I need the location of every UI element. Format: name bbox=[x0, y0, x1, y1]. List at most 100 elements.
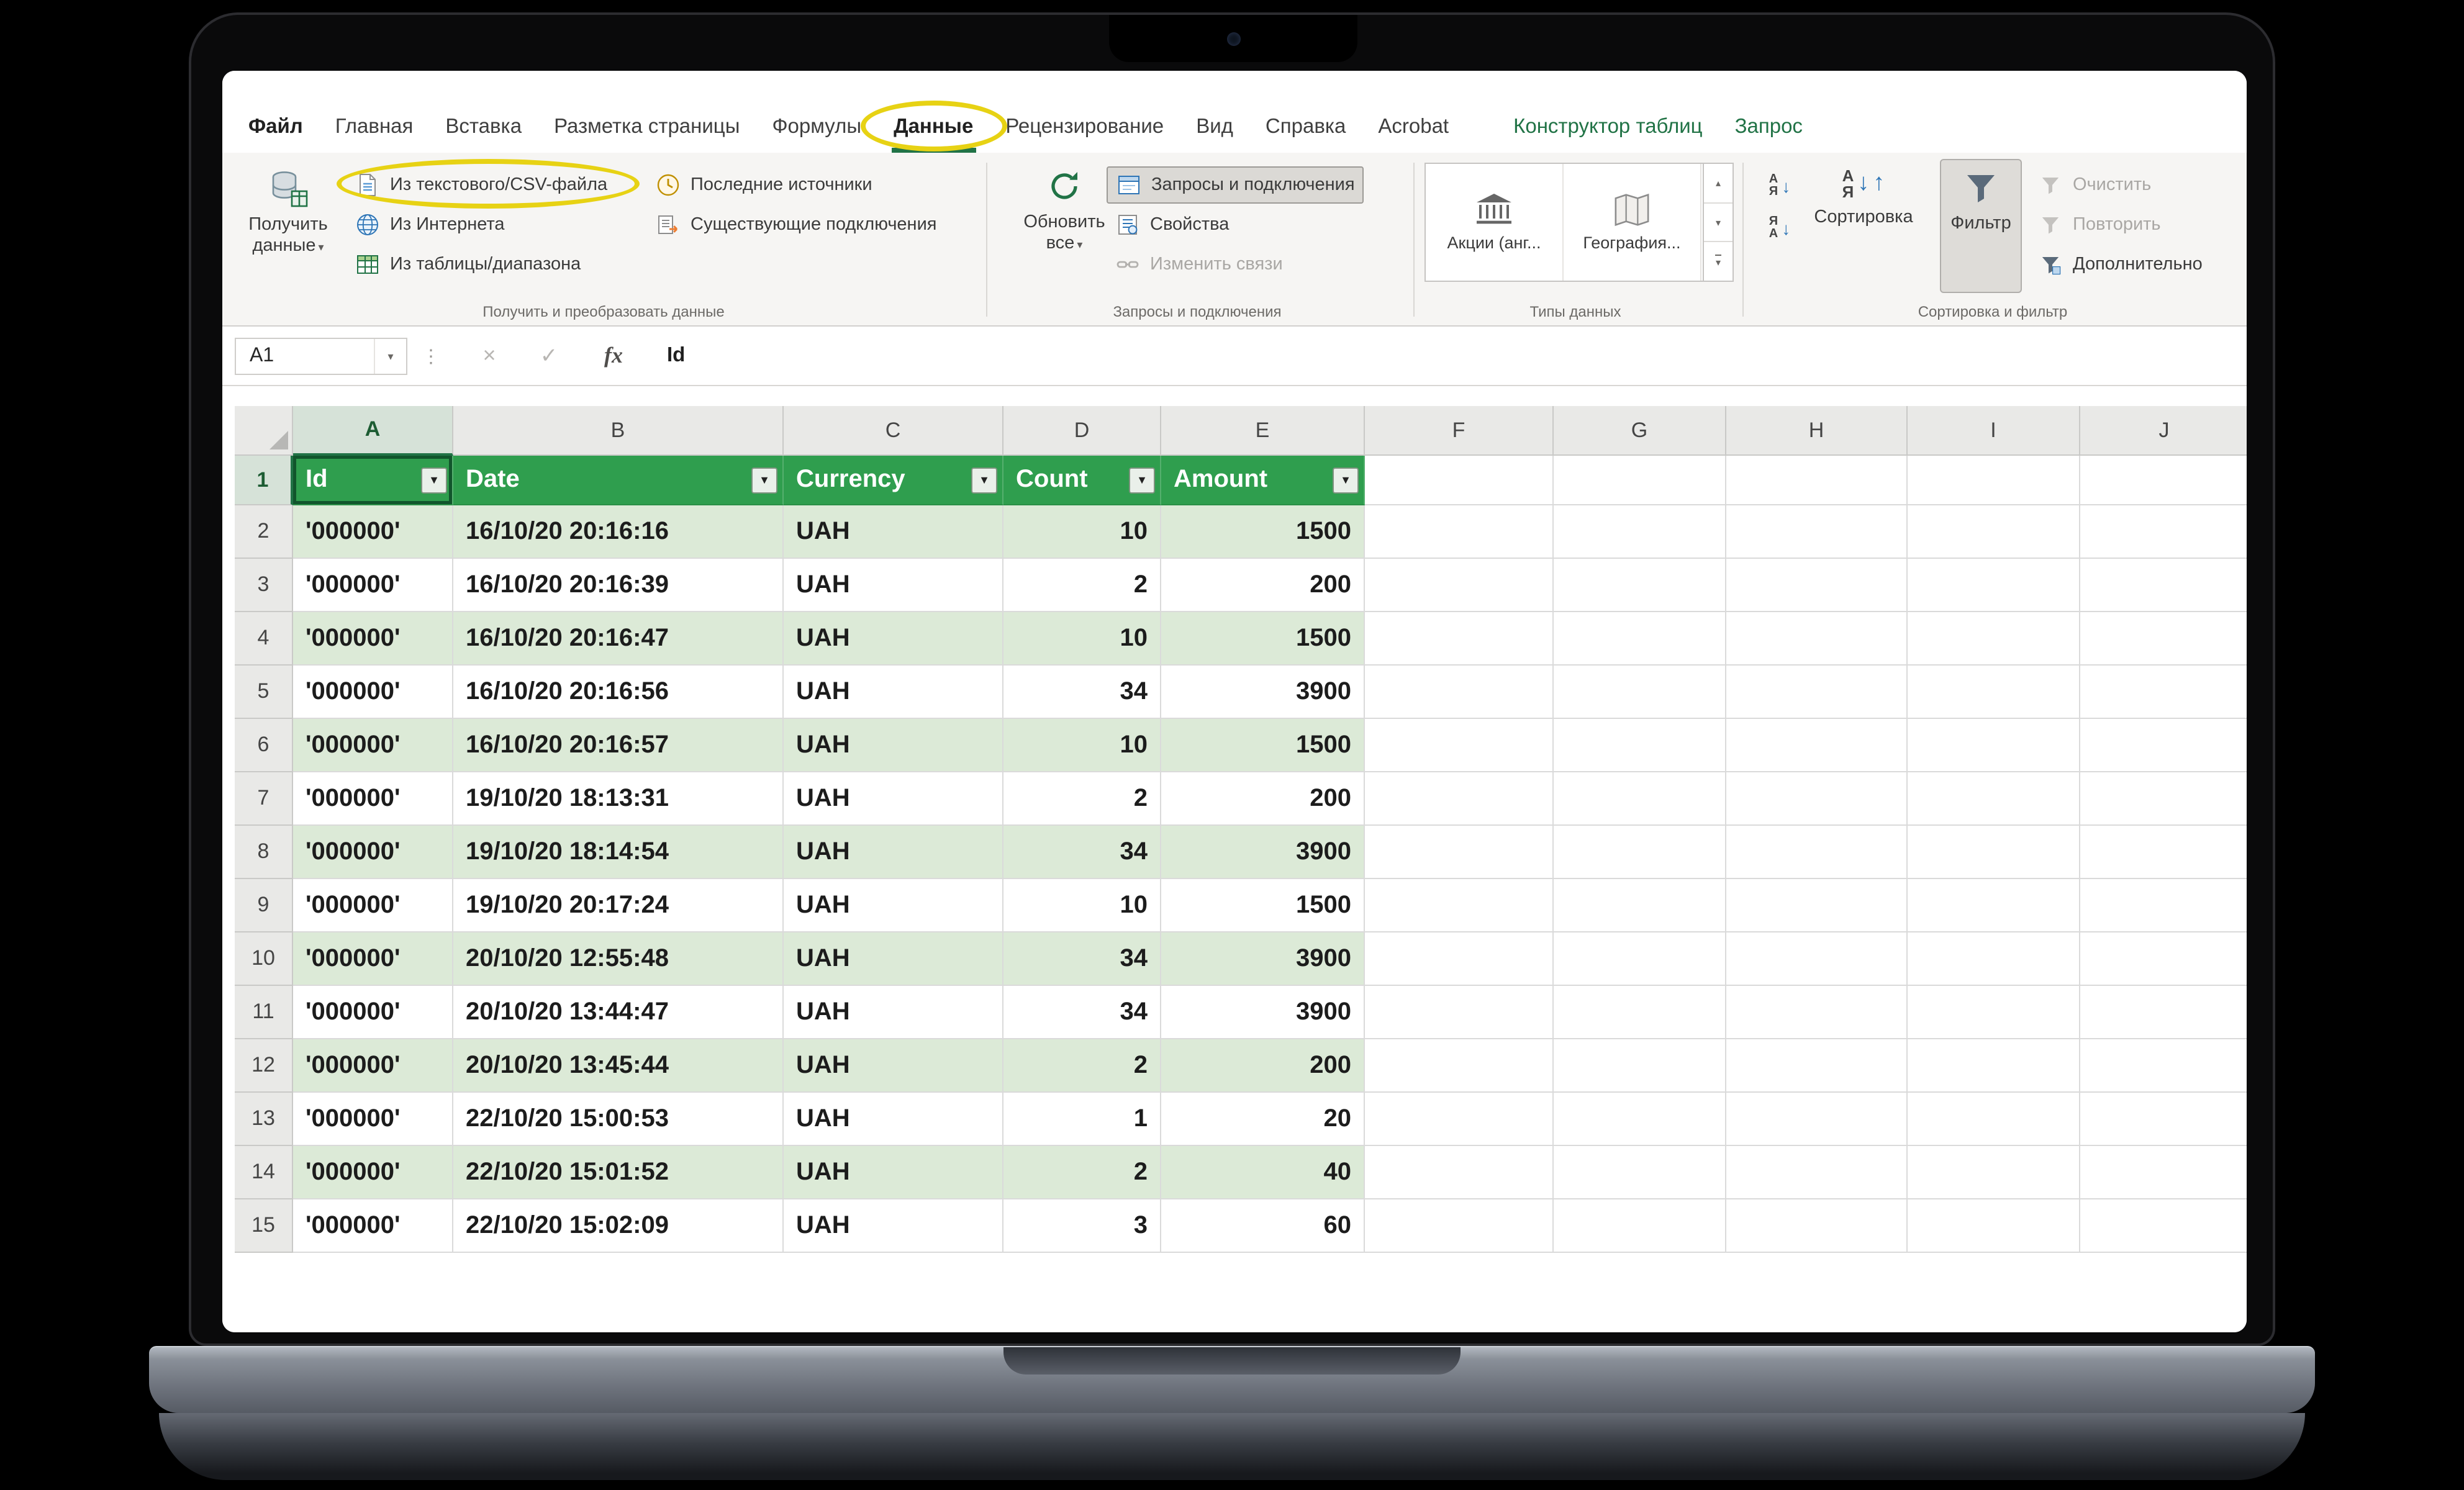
insert-function-button[interactable]: fx bbox=[595, 327, 632, 385]
empty-cell[interactable] bbox=[2080, 612, 2247, 666]
data-cell[interactable]: '000000' bbox=[293, 1093, 453, 1146]
empty-cell[interactable] bbox=[1365, 666, 1554, 719]
empty-cell[interactable] bbox=[1365, 1093, 1554, 1146]
data-cell[interactable]: UAH bbox=[784, 1093, 1003, 1146]
data-cell[interactable]: 19/10/20 18:14:54 bbox=[453, 826, 784, 879]
data-cell[interactable]: 20/10/20 12:55:48 bbox=[453, 932, 784, 986]
data-cell[interactable]: 34 bbox=[1003, 986, 1161, 1039]
empty-cell[interactable] bbox=[2080, 1146, 2247, 1199]
recent-sources-button[interactable]: Последние источники bbox=[647, 168, 880, 202]
data-cell[interactable]: UAH bbox=[784, 879, 1003, 932]
ribbon-tab-query[interactable]: Запрос bbox=[1719, 106, 1819, 153]
data-cell[interactable]: '000000' bbox=[293, 505, 453, 559]
ribbon-tab-formulas[interactable]: Формулы bbox=[756, 106, 877, 153]
row-header-14[interactable]: 14 bbox=[235, 1146, 293, 1199]
data-cell[interactable]: 3900 bbox=[1161, 986, 1365, 1039]
empty-cell[interactable] bbox=[1554, 772, 1726, 826]
data-cell[interactable]: 1500 bbox=[1161, 505, 1365, 559]
data-cell[interactable]: UAH bbox=[784, 932, 1003, 986]
data-cell[interactable]: UAH bbox=[784, 986, 1003, 1039]
empty-cell[interactable] bbox=[1726, 1199, 1908, 1253]
empty-cell[interactable] bbox=[1726, 826, 1908, 879]
empty-cell[interactable] bbox=[1908, 1093, 2080, 1146]
formula-bar-content[interactable]: Id bbox=[667, 327, 685, 385]
data-cell[interactable]: 60 bbox=[1161, 1199, 1365, 1253]
empty-cell[interactable] bbox=[2080, 1039, 2247, 1093]
ribbon-tab-home[interactable]: Главная bbox=[319, 106, 430, 153]
filter-dropdown-amount[interactable]: ▼ bbox=[1333, 467, 1359, 493]
sort-ascending-button[interactable]: АЯ ↓ bbox=[1759, 168, 1801, 205]
select-all-corner[interactable] bbox=[235, 406, 293, 456]
filter-dropdown-id[interactable]: ▼ bbox=[421, 467, 447, 493]
data-cell[interactable]: 20/10/20 13:44:47 bbox=[453, 986, 784, 1039]
empty-cell[interactable] bbox=[1908, 986, 2080, 1039]
empty-cell[interactable] bbox=[2080, 826, 2247, 879]
ribbon-tab-review[interactable]: Рецензирование bbox=[989, 106, 1180, 153]
sort-descending-button[interactable]: ЯА ↓ bbox=[1759, 210, 1801, 247]
row-header-2[interactable]: 2 bbox=[235, 505, 293, 559]
empty-cell[interactable] bbox=[2080, 666, 2247, 719]
data-cell[interactable]: '000000' bbox=[293, 772, 453, 826]
row-header-4[interactable]: 4 bbox=[235, 612, 293, 666]
filter-button[interactable]: Фильтр bbox=[1940, 159, 2022, 293]
column-header-I[interactable]: I bbox=[1908, 406, 2080, 456]
data-cell[interactable]: 22/10/20 15:01:52 bbox=[453, 1146, 784, 1199]
empty-cell[interactable] bbox=[1554, 1093, 1726, 1146]
data-cell[interactable]: 1500 bbox=[1161, 719, 1365, 772]
empty-cell[interactable] bbox=[2080, 986, 2247, 1039]
empty-cell[interactable] bbox=[1554, 612, 1726, 666]
data-cell[interactable]: 22/10/20 15:02:09 bbox=[453, 1199, 784, 1253]
filter-dropdown-count[interactable]: ▼ bbox=[1129, 467, 1155, 493]
empty-cell[interactable] bbox=[1726, 559, 1908, 612]
empty-cell[interactable] bbox=[1726, 1093, 1908, 1146]
filter-dropdown-currency[interactable]: ▼ bbox=[971, 467, 997, 493]
data-cell[interactable]: 10 bbox=[1003, 719, 1161, 772]
empty-cell[interactable] bbox=[1554, 505, 1726, 559]
empty-cell[interactable] bbox=[1365, 456, 1554, 505]
empty-cell[interactable] bbox=[2080, 932, 2247, 986]
data-cell[interactable]: '000000' bbox=[293, 1199, 453, 1253]
data-cell[interactable]: 2 bbox=[1003, 559, 1161, 612]
column-header-C[interactable]: C bbox=[784, 406, 1003, 456]
data-cell[interactable]: 2 bbox=[1003, 1146, 1161, 1199]
column-header-G[interactable]: G bbox=[1554, 406, 1726, 456]
empty-cell[interactable] bbox=[1726, 612, 1908, 666]
data-cell[interactable]: 1 bbox=[1003, 1093, 1161, 1146]
data-cell[interactable]: UAH bbox=[784, 772, 1003, 826]
gallery-more-button[interactable]: ▾ bbox=[1704, 243, 1732, 281]
data-cell[interactable]: '000000' bbox=[293, 719, 453, 772]
data-cell[interactable]: UAH bbox=[784, 505, 1003, 559]
empty-cell[interactable] bbox=[1554, 559, 1726, 612]
ribbon-tab-table-design[interactable]: Конструктор таблиц bbox=[1497, 106, 1718, 153]
data-cell[interactable]: 16/10/20 20:16:16 bbox=[453, 505, 784, 559]
empty-cell[interactable] bbox=[2080, 772, 2247, 826]
empty-cell[interactable] bbox=[2080, 1093, 2247, 1146]
geography-data-type[interactable]: География... bbox=[1564, 164, 1701, 281]
data-cell[interactable]: UAH bbox=[784, 719, 1003, 772]
column-header-F[interactable]: F bbox=[1365, 406, 1554, 456]
column-header-A[interactable]: A bbox=[293, 406, 453, 456]
data-cell[interactable]: UAH bbox=[784, 826, 1003, 879]
ribbon-tab-file[interactable]: Файл bbox=[232, 106, 319, 153]
empty-cell[interactable] bbox=[2080, 559, 2247, 612]
data-cell[interactable]: UAH bbox=[784, 559, 1003, 612]
get-data-button[interactable]: Получить данные▾ bbox=[237, 159, 339, 293]
empty-cell[interactable] bbox=[1908, 666, 2080, 719]
row-header-11[interactable]: 11 bbox=[235, 986, 293, 1039]
empty-cell[interactable] bbox=[1554, 1146, 1726, 1199]
empty-cell[interactable] bbox=[1365, 719, 1554, 772]
queries-connections-button[interactable]: Запросы и подключения bbox=[1107, 166, 1364, 204]
empty-cell[interactable] bbox=[1554, 932, 1726, 986]
empty-cell[interactable] bbox=[1908, 772, 2080, 826]
row-header-5[interactable]: 5 bbox=[235, 666, 293, 719]
row-header-7[interactable]: 7 bbox=[235, 772, 293, 826]
empty-cell[interactable] bbox=[1365, 826, 1554, 879]
data-cell[interactable]: UAH bbox=[784, 612, 1003, 666]
from-table-range-button[interactable]: Из таблицы/диапазона bbox=[346, 247, 588, 282]
empty-cell[interactable] bbox=[1908, 719, 2080, 772]
row-header-12[interactable]: 12 bbox=[235, 1039, 293, 1093]
data-cell[interactable]: 20/10/20 13:45:44 bbox=[453, 1039, 784, 1093]
data-cell[interactable]: '000000' bbox=[293, 559, 453, 612]
empty-cell[interactable] bbox=[1726, 456, 1908, 505]
empty-cell[interactable] bbox=[1365, 932, 1554, 986]
